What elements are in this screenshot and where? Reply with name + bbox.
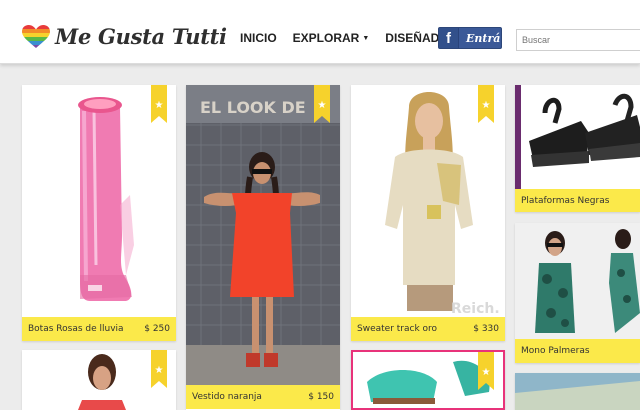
- favorite-ribbon-icon[interactable]: ★: [478, 352, 494, 390]
- product-card-sweater[interactable]: Reich. Sweater track oro $ 330 ★: [351, 85, 505, 341]
- favorite-ribbon-icon[interactable]: ★: [478, 85, 494, 123]
- product-title[interactable]: Sweater track oro: [357, 324, 437, 334]
- product-card-partial-right[interactable]: [515, 373, 640, 410]
- favorite-ribbon-icon[interactable]: ★: [151, 350, 167, 388]
- facebook-login-button[interactable]: f Entrá: [438, 27, 502, 49]
- facebook-icon: f: [439, 28, 459, 48]
- favorite-ribbon-icon[interactable]: ★: [151, 85, 167, 123]
- product-caption: Sweater track oro $ 330: [351, 317, 505, 341]
- product-caption: Mono Palmeras: [515, 339, 640, 363]
- product-caption: Vestido naranja $ 150: [186, 385, 340, 409]
- svg-text:★: ★: [318, 100, 327, 111]
- svg-text:★: ★: [482, 100, 491, 111]
- product-title[interactable]: Vestido naranja: [192, 392, 262, 402]
- svg-text:★: ★: [155, 365, 164, 376]
- product-image-orange-dress: EL LOOK DE: [186, 85, 340, 385]
- product-card-plataformas[interactable]: Plataformas Negras: [515, 85, 640, 212]
- nav-explorar[interactable]: EXPLORAR ▼: [293, 31, 370, 45]
- product-price: $ 330: [473, 324, 499, 334]
- caret-down-icon: ▼: [362, 35, 370, 43]
- product-title[interactable]: Mono Palmeras: [521, 346, 590, 356]
- product-card-vestido[interactable]: EL LOOK DE Vestido naranja $ 150 ★: [186, 85, 340, 410]
- product-image-partial: [515, 373, 640, 410]
- watermark-text: Reich.: [451, 301, 500, 317]
- product-title[interactable]: Plataformas Negras: [521, 196, 609, 206]
- brand-name: Me Gusta Tutti: [55, 24, 227, 49]
- favorite-ribbon-icon[interactable]: ★: [314, 85, 330, 123]
- product-price: $ 150: [308, 392, 334, 402]
- product-image-palm-jumpsuit: [515, 223, 640, 339]
- product-caption: Plataformas Negras: [515, 189, 640, 212]
- svg-text:★: ★: [155, 100, 164, 111]
- site-header: Me Gusta Tutti INICIO EXPLORAR ▼ DISEÑADO…: [0, 0, 640, 64]
- product-card-botas[interactable]: Botas Rosas de lluvia $ 250 ★: [22, 85, 176, 341]
- product-price: $ 250: [144, 324, 170, 334]
- search-input[interactable]: [516, 29, 640, 51]
- product-image-black-platforms: [515, 85, 640, 189]
- product-caption: Botas Rosas de lluvia $ 250: [22, 317, 176, 341]
- site-logo[interactable]: Me Gusta Tutti: [22, 25, 227, 49]
- product-card-mono[interactable]: Mono Palmeras: [515, 223, 640, 363]
- facebook-login-label: Entrá: [466, 31, 501, 45]
- product-card-partial-sandals[interactable]: ★: [351, 350, 505, 410]
- nav-inicio[interactable]: INICIO: [240, 31, 277, 45]
- nav-inicio-label: INICIO: [240, 31, 277, 45]
- nav-explorar-label: EXPLORAR: [292, 31, 360, 45]
- svg-text:★: ★: [482, 367, 491, 378]
- wall-sign-text: EL LOOK DE: [200, 98, 306, 117]
- product-card-partial-woman[interactable]: ★: [22, 350, 176, 410]
- rainbow-heart-icon: [22, 25, 50, 48]
- product-title[interactable]: Botas Rosas de lluvia: [28, 324, 124, 334]
